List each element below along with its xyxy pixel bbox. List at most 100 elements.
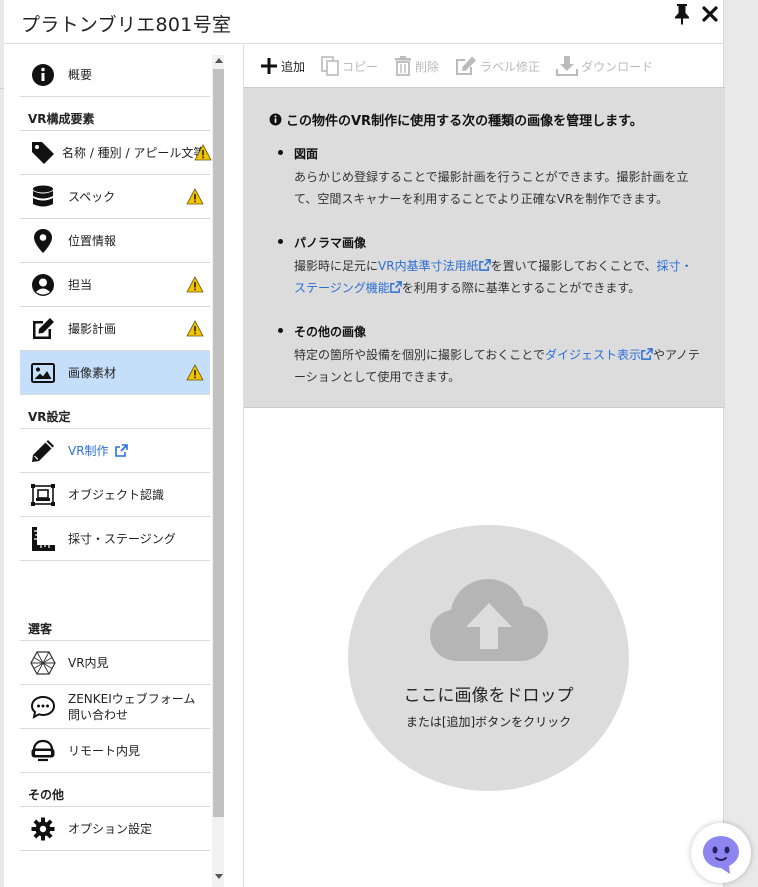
database-icon (30, 184, 56, 210)
sidebar-item-overview[interactable]: 概要 (20, 53, 210, 97)
close-icon[interactable] (700, 4, 720, 24)
sidebar-item-location[interactable]: 位置情報 (20, 219, 210, 263)
download-icon (556, 56, 579, 76)
info-box: この物件のVR制作に使用する次の種類の画像を管理します。 図面 あらかじめ登録す… (244, 87, 725, 408)
warning-icon (186, 188, 204, 205)
property-panel: プラトンブリエ801号室 概要 VR構成要素 名称 / 種別 / アピール文等 (4, 0, 725, 887)
headset-icon (30, 738, 56, 764)
add-button[interactable]: 追加 (260, 57, 305, 75)
image-icon (30, 360, 56, 386)
sidebar-item-shooting-plan[interactable]: 撮影計画 (20, 307, 210, 351)
section-title-vr-settings: VR設定 (20, 395, 210, 429)
sidebar-item-label: 名称 / 種別 / アピール文等 (62, 146, 206, 160)
link-digest-view[interactable]: ダイジェスト表示 (545, 348, 653, 362)
sidebar-item-images[interactable]: 画像素材 (20, 351, 210, 395)
edit-icon (456, 56, 477, 75)
section-title-vr-elements: VR構成要素 (20, 97, 210, 131)
sidebar-item-measure-staging[interactable]: 採寸・ステージング (20, 517, 210, 561)
info-circle-icon (30, 62, 56, 88)
list-item: 図面 あらかじめ登録することで撮影計画を行うことができます。撮影計画を立て、空間… (278, 145, 704, 210)
sidebar-item-label: 位置情報 (68, 234, 117, 248)
delete-button[interactable]: 削除 (394, 56, 439, 76)
add-button-label: 追加 (281, 59, 306, 74)
section-title-other: その他 (20, 773, 210, 807)
sidebar-item-label: 担当 (68, 278, 93, 292)
link-label: VR内基準寸法用紙 (378, 259, 479, 273)
external-link-icon (641, 348, 653, 360)
sidebar-item-label: 画像素材 (68, 366, 117, 380)
chatbot-icon (703, 836, 739, 874)
link-vr-reference-sheet[interactable]: VR内基準寸法用紙 (378, 259, 491, 273)
download-button-label: ダウンロード (581, 59, 654, 74)
sidebar-scrollbar-thumb[interactable] (213, 69, 224, 817)
warning-icon (186, 364, 204, 381)
list-item: その他の画像 特定の箇所や設備を個別に撮影しておくことでダイジェスト表示 やアノテ… (278, 323, 704, 388)
cloud-upload-icon (430, 579, 548, 661)
plus-icon (261, 58, 277, 74)
web-form-label-line1: ZENKEIウェブフォーム (68, 691, 196, 706)
download-button[interactable]: ダウンロード (556, 56, 653, 76)
text-segment: を利用する際に基準とすることができます。 (401, 281, 641, 295)
tag-icon (30, 140, 56, 166)
chat-icon (30, 694, 56, 720)
external-link-icon (389, 281, 402, 293)
trash-icon (395, 56, 412, 76)
dropzone-title: ここに画像をドロップ (403, 686, 574, 706)
sidebar-item-label: VR制作 (68, 444, 109, 458)
copy-button[interactable]: コピー (321, 56, 378, 76)
text-segment: 特定の箇所や設備を個別に撮影しておくことで (294, 348, 545, 362)
sidebar-item-label: リモート内見 (68, 744, 141, 758)
sidebar-item-web-form[interactable]: ZENKEIウェブフォーム 問い合わせ (20, 685, 210, 729)
sidebar-item-spec[interactable]: スペック (20, 175, 210, 219)
sidebar-item-remote-viewing[interactable]: リモート内見 (20, 729, 210, 773)
sidebar-item-label: VR内見 (68, 656, 109, 670)
sidebar-item-object-recognition[interactable]: オブジェクト認識 (20, 473, 210, 517)
sidebar-item-staff[interactable]: 担当 (20, 263, 210, 307)
list-item-text: あらかじめ登録することで撮影計画を行うことができます。撮影計画を立て、空間スキャ… (294, 170, 689, 206)
warning-icon (186, 320, 204, 337)
list-item-text: 特定の箇所や設備を個別に撮影しておくことでダイジェスト表示 やアノテーションとして… (294, 344, 704, 388)
sidebar-item-vr-production[interactable]: VR制作 (20, 429, 210, 473)
web-form-label-line2: 問い合わせ (68, 707, 129, 722)
label-edit-button-label: ラベル修正 (480, 59, 541, 74)
info-circle-icon (269, 113, 282, 126)
sidebar-item-vr-viewing[interactable]: VR内見 (20, 641, 210, 685)
sidebar-item-label: スペック (68, 190, 116, 204)
text-segment: 撮影時に足元に (294, 259, 379, 273)
image-dropzone[interactable]: ここに画像をドロップ または[追加]ボタンをクリック (348, 525, 629, 791)
sidebar-item-options[interactable]: オプション設定 (20, 807, 210, 851)
section-title-customers: 選客 (20, 607, 210, 641)
page-title: プラトンブリエ801号室 (21, 14, 232, 36)
delete-button-label: 削除 (415, 59, 440, 74)
sidebar-item-label: 採寸・ステージング (68, 532, 176, 546)
sidebar-item-label: オプション設定 (68, 822, 153, 836)
warning-icon (186, 276, 204, 293)
pin-icon[interactable] (672, 3, 692, 25)
external-link-icon (114, 444, 128, 457)
scroll-up-arrow-icon[interactable] (215, 58, 223, 63)
image-type-list: 図面 あらかじめ登録することで撮影計画を行うことができます。撮影計画を立て、空間… (278, 145, 704, 412)
scroll-down-arrow-icon[interactable] (215, 874, 223, 879)
edit-icon (30, 316, 56, 342)
vr-polyhedron-icon (30, 650, 56, 676)
pencil-icon (30, 438, 56, 464)
info-heading-text: この物件のVR制作に使用する次の種類の画像を管理します。 (286, 114, 643, 129)
label-edit-button[interactable]: ラベル修正 (455, 56, 540, 76)
panel-header: プラトンブリエ801号室 (4, 0, 724, 44)
sidebar-item-label: ZENKEIウェブフォーム 問い合わせ (68, 691, 195, 723)
main-content: 追加 コピー 削除 ラベル修正 ダウンロード この物件のVR制作に使用する次の種… (243, 45, 725, 887)
warning-icon (194, 144, 212, 161)
object-frame-icon (30, 482, 56, 508)
copy-button-label: コピー (342, 59, 379, 74)
map-pin-icon (30, 228, 56, 254)
list-item-title: パノラマ画像 (294, 236, 367, 250)
list-item: パノラマ画像 撮影時に足元にVR内基準寸法用紙 を置いて撮影しておくことで、採寸・… (278, 234, 704, 299)
list-item-title: 図面 (294, 147, 319, 161)
gear-icon (30, 816, 56, 842)
list-item-title: その他の画像 (294, 325, 367, 339)
sidebar-item-label: 概要 (68, 68, 93, 82)
sidebar-item-name[interactable]: 名称 / 種別 / アピール文等 (20, 131, 212, 175)
chat-assistant-button[interactable] (691, 823, 751, 883)
text-segment: を置いて撮影しておくことで、 (490, 259, 657, 273)
